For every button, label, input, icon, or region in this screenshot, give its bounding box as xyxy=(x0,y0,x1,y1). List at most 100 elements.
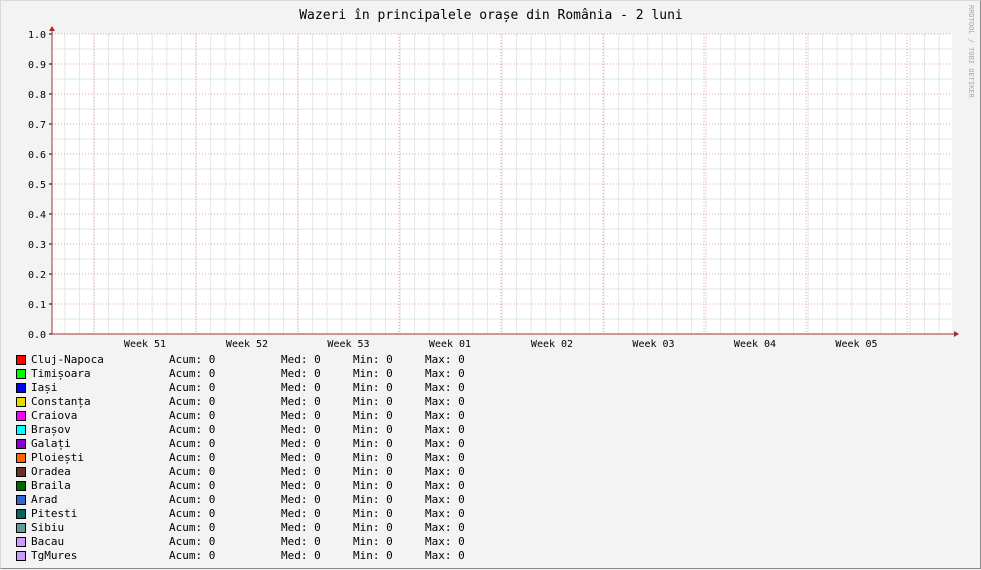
legend-min: Min: 0 xyxy=(353,535,393,548)
x-tick-label: Week 05 xyxy=(835,339,877,350)
legend-min: Min: 0 xyxy=(353,549,393,562)
legend-current: Acum: 0 xyxy=(169,437,216,450)
graph-frame: Wazeri în principalele orașe din România… xyxy=(0,0,981,569)
legend-average: Med: 0 xyxy=(281,465,321,478)
y-tick-label: 0.7 xyxy=(28,120,46,131)
legend-max: Max: 0 xyxy=(425,395,465,408)
y-tick-label: 0.8 xyxy=(28,90,46,101)
y-tick-label: 1.0 xyxy=(28,30,46,41)
legend-min: Min: 0 xyxy=(353,437,393,450)
legend-series-name: Brașov xyxy=(31,423,71,436)
legend-average: Med: 0 xyxy=(281,423,321,436)
legend-min: Min: 0 xyxy=(353,409,393,422)
y-tick-label: 0.9 xyxy=(28,60,46,71)
legend-swatch xyxy=(16,551,26,561)
legend-item: Craiova Acum: 0 Med: 0 Min: 0 Max: 0 xyxy=(15,409,535,423)
legend-series-name: Pitesti xyxy=(31,507,78,520)
x-axis-arrow xyxy=(954,331,959,337)
legend-average: Med: 0 xyxy=(281,451,321,464)
legend-average: Med: 0 xyxy=(281,521,321,534)
legend-series-name: Cluj-Napoca xyxy=(31,353,104,366)
y-tick-label: 0.6 xyxy=(28,150,46,161)
y-tick-label: 0.0 xyxy=(28,330,46,341)
legend-current: Acum: 0 xyxy=(169,367,216,380)
legend-swatch xyxy=(16,495,26,505)
legend-swatch xyxy=(16,383,26,393)
legend-min: Min: 0 xyxy=(353,493,393,506)
legend-min: Min: 0 xyxy=(353,367,393,380)
legend-min: Min: 0 xyxy=(353,507,393,520)
legend-min: Min: 0 xyxy=(353,521,393,534)
legend-item: Iași Acum: 0 Med: 0 Min: 0 Max: 0 xyxy=(15,381,535,395)
legend-current: Acum: 0 xyxy=(169,409,216,422)
legend-average: Med: 0 xyxy=(281,549,321,562)
x-tick-label: Week 02 xyxy=(531,339,573,350)
legend-average: Med: 0 xyxy=(281,535,321,548)
legend-swatch xyxy=(16,509,26,519)
legend-max: Max: 0 xyxy=(425,493,465,506)
legend-swatch xyxy=(16,537,26,547)
legend-series-name: TgMures xyxy=(31,549,78,562)
legend-item: Cluj-Napoca Acum: 0 Med: 0 Min: 0 Max: 0 xyxy=(15,353,535,367)
legend-current: Acum: 0 xyxy=(169,507,216,520)
legend-item: Arad Acum: 0 Med: 0 Min: 0 Max: 0 xyxy=(15,493,535,507)
legend-average: Med: 0 xyxy=(281,479,321,492)
legend-series-name: Galați xyxy=(31,437,71,450)
legend-max: Max: 0 xyxy=(425,451,465,464)
legend-min: Min: 0 xyxy=(353,353,393,366)
legend-average: Med: 0 xyxy=(281,353,321,366)
legend-min: Min: 0 xyxy=(353,451,393,464)
legend-min: Min: 0 xyxy=(353,479,393,492)
legend-item: Ploiești Acum: 0 Med: 0 Min: 0 Max: 0 xyxy=(15,451,535,465)
legend-current: Acum: 0 xyxy=(169,465,216,478)
legend-max: Max: 0 xyxy=(425,465,465,478)
legend-max: Max: 0 xyxy=(425,353,465,366)
legend-max: Max: 0 xyxy=(425,521,465,534)
legend-max: Max: 0 xyxy=(425,437,465,450)
legend-swatch xyxy=(16,467,26,477)
legend-max: Max: 0 xyxy=(425,549,465,562)
y-tick-label: 0.4 xyxy=(28,210,46,221)
legend-series-name: Iași xyxy=(31,381,58,394)
legend-current: Acum: 0 xyxy=(169,451,216,464)
legend-item: Galați Acum: 0 Med: 0 Min: 0 Max: 0 xyxy=(15,437,535,451)
legend-swatch xyxy=(16,369,26,379)
legend-series-name: Ploiești xyxy=(31,451,84,464)
y-tick-label: 0.3 xyxy=(28,240,46,251)
legend-current: Acum: 0 xyxy=(169,479,216,492)
x-tick-label: Week 01 xyxy=(429,339,471,350)
legend-max: Max: 0 xyxy=(425,367,465,380)
legend-max: Max: 0 xyxy=(425,381,465,394)
legend-swatch xyxy=(16,523,26,533)
legend-item: Sibiu Acum: 0 Med: 0 Min: 0 Max: 0 xyxy=(15,521,535,535)
legend-series-name: Timișoara xyxy=(31,367,91,380)
legend-swatch xyxy=(16,397,26,407)
legend-average: Med: 0 xyxy=(281,437,321,450)
chart-title: Wazeri în principalele orașe din România… xyxy=(299,8,683,23)
legend-series-name: Braila xyxy=(31,479,71,492)
legend-current: Acum: 0 xyxy=(169,423,216,436)
legend-item: TgMures Acum: 0 Med: 0 Min: 0 Max: 0 xyxy=(15,549,535,563)
legend-average: Med: 0 xyxy=(281,493,321,506)
legend-current: Acum: 0 xyxy=(169,353,216,366)
legend-item: Braila Acum: 0 Med: 0 Min: 0 Max: 0 xyxy=(15,479,535,493)
x-tick-label: Week 52 xyxy=(226,339,268,350)
legend-max: Max: 0 xyxy=(425,507,465,520)
legend-item: Bacau Acum: 0 Med: 0 Min: 0 Max: 0 xyxy=(15,535,535,549)
legend-current: Acum: 0 xyxy=(169,493,216,506)
legend-average: Med: 0 xyxy=(281,367,321,380)
legend-current: Acum: 0 xyxy=(169,381,216,394)
x-tick-label: Week 04 xyxy=(734,339,776,350)
legend-series-name: Oradea xyxy=(31,465,71,478)
legend-series-name: Constanța xyxy=(31,395,91,408)
y-tick-label: 0.5 xyxy=(28,180,46,191)
y-tick-label: 0.2 xyxy=(28,270,46,281)
legend-min: Min: 0 xyxy=(353,423,393,436)
legend-current: Acum: 0 xyxy=(169,521,216,534)
plot-area: 0.0 0.1 0.2 0.3 0.4 0.5 0.6 0.7 0.8 0.9 1.0 Week 51… xyxy=(28,26,959,350)
y-axis-arrow xyxy=(49,26,55,31)
legend-swatch xyxy=(16,439,26,449)
legend-swatch xyxy=(16,411,26,421)
legend-average: Med: 0 xyxy=(281,409,321,422)
y-tick-label: 0.1 xyxy=(28,300,46,311)
